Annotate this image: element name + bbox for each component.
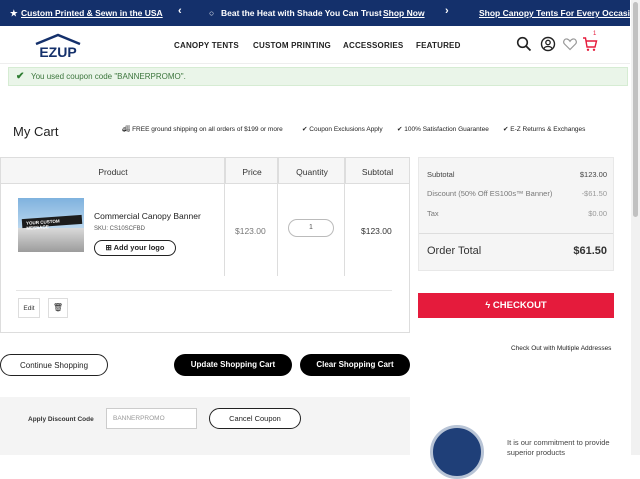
discount-section: Apply Discount Code BANNERPROMO Cancel C… — [0, 397, 410, 455]
column-quantity: Quantity — [278, 158, 345, 184]
cart-icon[interactable] — [582, 36, 598, 52]
multi-address-link[interactable]: Check Out with Multiple Addresses — [511, 345, 611, 352]
nav-featured[interactable]: FEATURED — [416, 41, 461, 50]
trust-coupon-exclusions[interactable]: ✔ Coupon Exclusions Apply — [302, 125, 383, 133]
delete-item-button[interactable]: 🗑︎ — [48, 298, 68, 318]
ezup-logo[interactable]: EZUP — [32, 33, 84, 60]
page-title: My Cart — [13, 124, 59, 139]
divider — [224, 158, 225, 276]
divider — [419, 233, 613, 234]
column-price: Price — [225, 158, 278, 184]
wishlist-heart-icon[interactable] — [562, 36, 578, 52]
commitment-text: It is our commitment to provide superior… — [507, 438, 610, 457]
coupon-success-message: ✔ You used coupon code "BANNERPROMO". — [8, 67, 628, 86]
cart-count-badge: 1 — [593, 31, 597, 37]
search-icon[interactable] — [516, 36, 532, 52]
scrollbar-thumb[interactable] — [633, 2, 638, 217]
column-subtotal: Subtotal — [345, 158, 409, 184]
divider — [16, 290, 392, 291]
trust-free-shipping: 🚚︎ FREE ground shipping on all orders of… — [122, 126, 283, 133]
checkout-button[interactable]: ϟ CHECKOUT — [418, 293, 614, 318]
update-cart-button[interactable]: Update Shopping Cart — [174, 354, 292, 376]
main-nav: EZUP CANOPY TENTS CUSTOM PRINTING ACCESS… — [0, 26, 630, 64]
upload-icon: ⊞ — [105, 243, 114, 252]
product-image[interactable]: YOUR CUSTOM MESSAGE — [18, 198, 84, 252]
summary-tax-row: Tax $0.00 — [427, 209, 607, 218]
truck-icon: 🚚︎ — [122, 126, 133, 133]
summary-discount-row: Discount (50% Off ES100s™ Banner) -$61.50 — [427, 189, 607, 198]
nav-custom-printing[interactable]: CUSTOM PRINTING — [253, 41, 331, 50]
lightning-icon: ϟ — [485, 300, 493, 311]
promo-shop-now-link[interactable]: Shop Now — [383, 8, 425, 18]
promo-prev-arrow[interactable]: ‹ — [178, 5, 182, 17]
coupon-message-text: You used coupon code "BANNERPROMO". — [31, 72, 186, 81]
banner-image-text: YOUR CUSTOM MESSAGE — [21, 214, 83, 231]
discount-label: Apply Discount Code — [28, 416, 94, 423]
svg-text:EZUP: EZUP — [39, 44, 76, 59]
product-name[interactable]: Commercial Canopy Banner — [94, 211, 201, 221]
add-logo-button[interactable]: ⊞ Add your logo — [94, 240, 176, 256]
discount-code-input[interactable]: BANNERPROMO — [106, 408, 197, 429]
summary-total-row: Order Total $61.50 — [427, 245, 607, 257]
promo-canopy-link[interactable]: Shop Canopy Tents For Every Occasion — [479, 8, 640, 18]
nav-canopy-tents[interactable]: CANOPY TENTS — [174, 41, 239, 50]
star-icon: ★ — [10, 8, 18, 18]
scrollbar[interactable] — [631, 0, 640, 455]
clear-cart-button[interactable]: Clear Shopping Cart — [300, 354, 410, 376]
summary-subtotal-row: Subtotal $123.00 — [427, 170, 607, 179]
product-sku: SKU: CS10SCFBD — [94, 226, 146, 232]
nav-accessories[interactable]: ACCESSORIES — [343, 41, 403, 50]
promo-heat-text: Beat the Heat with Shade You Can Trust — [221, 8, 382, 18]
trash-icon: 🗑︎ — [52, 303, 64, 312]
promo-next-arrow[interactable]: › — [445, 5, 449, 17]
continue-shopping-button[interactable]: Continue Shopping — [0, 354, 108, 376]
account-icon[interactable] — [540, 36, 556, 52]
promo-usa-link[interactable]: Custom Printed & Sewn in the USA — [21, 8, 163, 18]
column-product: Product — [1, 158, 225, 184]
promo-bar: ★ Custom Printed & Sewn in the USA ‹ ○ B… — [0, 0, 640, 26]
trust-satisfaction: ✔ 100% Satisfaction Guarantee — [397, 126, 489, 133]
divider — [277, 158, 278, 276]
item-subtotal: $123.00 — [361, 226, 392, 236]
experience-badge-icon — [430, 425, 484, 479]
divider — [344, 158, 345, 276]
checkmark-icon: ✔ — [16, 71, 25, 82]
sun-icon: ○ — [209, 8, 215, 18]
trust-returns: ✔ E-Z Returns & Exchanges — [503, 126, 586, 133]
item-price: $123.00 — [235, 226, 266, 236]
quantity-input[interactable]: 1 — [288, 219, 334, 237]
edit-item-button[interactable]: Edit — [18, 298, 40, 318]
order-summary: Subtotal $123.00 Discount (50% Off ES100s… — [418, 157, 614, 271]
cancel-coupon-button[interactable]: Cancel Coupon — [209, 408, 301, 429]
